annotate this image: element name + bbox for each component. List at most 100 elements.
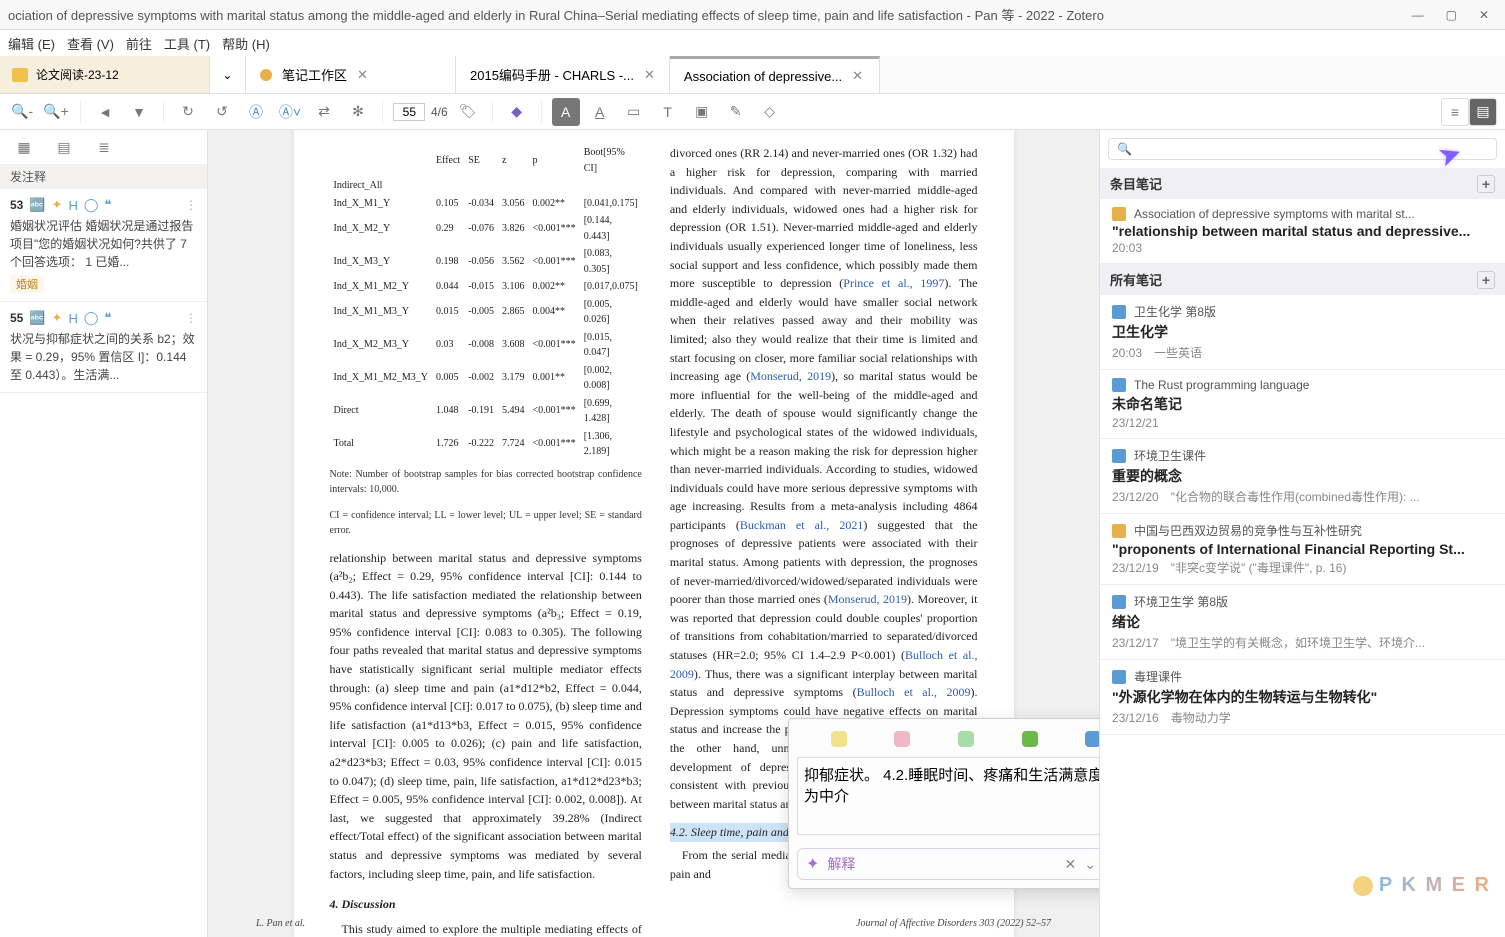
nav-back-button[interactable]: ◄ (91, 98, 119, 126)
footer-author: L. Pan et al. (256, 916, 305, 932)
color-picker (797, 727, 1099, 757)
zoom-in-button[interactable]: 🔍+ (42, 98, 70, 126)
note-item[interactable]: 环境卫生学 第8版绪论23/12/17 "境卫生学的有关概念，如环境卫生学、环境… (1100, 585, 1505, 660)
image-tool[interactable]: ▣ (688, 98, 716, 126)
minimize-button[interactable]: — (1412, 8, 1424, 22)
outline-icon[interactable]: ▤ (50, 133, 78, 161)
note-tool[interactable]: ▭ (620, 98, 648, 126)
right-pane: ➤ 🔍 条目笔记 + Association of depressive sym… (1099, 130, 1505, 937)
add-note-button[interactable]: + (1477, 271, 1495, 289)
body-text: relationship between marital status and … (330, 549, 642, 884)
doc-tab-1[interactable]: 2015编码手册 - CHARLS -... ✕ (456, 56, 670, 93)
highlight-tool[interactable]: A (552, 98, 580, 126)
gem-icon[interactable]: ◆ (503, 98, 531, 126)
close-icon[interactable]: ✕ (852, 68, 863, 84)
underline-tool[interactable]: A (586, 98, 614, 126)
color-swatch[interactable] (831, 731, 847, 747)
collection-tab[interactable]: 论文阅读-23-12 (0, 56, 210, 93)
note-item[interactable]: The Rust programming language未命名笔记23/12/… (1100, 370, 1505, 439)
main: ▦ ▤ ≣ 发注释 53🔤✦H◯❝⋮婚姻状况评估 婚姻状况是通过报告项目"您的婚… (0, 130, 1505, 937)
window-buttons: — ▢ ✕ (1412, 8, 1497, 22)
collection-tab-label: 论文阅读-23-12 (36, 66, 119, 83)
body-text: divorced ones (RR 2.14) and never-marrie… (670, 144, 978, 813)
citation-link[interactable]: Monserud, 2019 (750, 369, 831, 383)
annotation-item[interactable]: 55🔤✦H◯❝⋮状况与抑郁症状之间的关系 b2；效果 = 0.29，95% 置信… (0, 302, 207, 393)
zoom-out-button[interactable]: 🔍- (8, 98, 36, 126)
table-note: Note: Number of bootstrap samples for bi… (330, 467, 642, 498)
ai-icon[interactable]: ✻ (344, 98, 372, 126)
window-title: ociation of depressive symptoms with mar… (8, 5, 1412, 24)
section-heading: 4. Discussion (330, 895, 642, 914)
pen-tool[interactable]: ✎ (722, 98, 750, 126)
rotate-button[interactable]: ↻ (174, 98, 202, 126)
doc-tab-2[interactable]: Association of depressive... ✕ (670, 56, 880, 93)
thumbnails-icon[interactable]: ▦ (10, 133, 38, 161)
watermark-text: P K M E R (1379, 874, 1491, 897)
watermark: P K M E R (1353, 874, 1491, 897)
color-swatch[interactable] (958, 731, 974, 747)
table-note-2: CI = confidence interval; LL = lower lev… (330, 508, 642, 539)
language-alt-icon[interactable]: Ⓐ˅ (276, 98, 304, 126)
panel-list-button[interactable]: ≡ (1441, 98, 1469, 126)
tag-icon[interactable]: 🏷 (454, 98, 482, 126)
ai-input-row: ✦ ✕ ⌄ ↑ (797, 848, 1099, 880)
swap-icon[interactable]: ⇄ (310, 98, 338, 126)
citation-link[interactable]: Bulloch et al., 2009 (857, 685, 971, 699)
annotation-popup: ✦ ✕ ⌄ ↑ (788, 718, 1099, 889)
rotate-button-2[interactable]: ↺ (208, 98, 236, 126)
menu-help[interactable]: 帮助 (H) (222, 34, 270, 53)
tab-label: Association of depressive... (684, 69, 842, 84)
note-item[interactable]: Association of depressive symptoms with … (1100, 199, 1505, 264)
text-tool[interactable]: T (654, 98, 682, 126)
annotation-item[interactable]: 53🔤✦H◯❝⋮婚姻状况评估 婚姻状况是通过报告项目"您的婚姻状况如何?共供了 … (0, 189, 207, 302)
color-swatch[interactable] (1085, 731, 1099, 747)
tabbar: 论文阅读-23-12 ⌄ 笔记工作区 ✕ 2015编码手册 - CHARLS -… (0, 56, 1505, 94)
eraser-tool[interactable]: ◇ (756, 98, 784, 126)
add-note-button[interactable]: + (1477, 175, 1495, 193)
menu-edit[interactable]: 编辑 (E) (8, 34, 55, 53)
color-swatch[interactable] (894, 731, 910, 747)
note-item[interactable]: 毒理课件"外源化学物在体内的生物转运与生物转化"23/12/16 毒物动力学 (1100, 660, 1505, 735)
page-number-input[interactable]: 55 (393, 103, 425, 121)
footer-journal: Journal of Affective Disorders 303 (2022… (856, 916, 1051, 932)
citation-link[interactable]: Prince et al., 1997 (843, 276, 944, 290)
maximize-button[interactable]: ▢ (1446, 8, 1457, 22)
filter-label: 发注释 (0, 164, 207, 189)
titlebar: ociation of depressive symptoms with mar… (0, 0, 1505, 30)
panel-notes-button[interactable]: ▤ (1469, 98, 1497, 126)
ai-prompt-input[interactable] (827, 856, 1056, 872)
language-icon[interactable]: Ⓐ (242, 98, 270, 126)
citation-link[interactable]: Monserud, 2019 (828, 592, 907, 606)
collection-dropdown[interactable]: ⌄ (210, 56, 246, 93)
close-icon[interactable]: ✕ (357, 67, 368, 83)
annotations-icon[interactable]: ≣ (90, 133, 118, 161)
menu-view[interactable]: 查看 (V) (67, 34, 114, 53)
note-item[interactable]: 卫生化学 第8版卫生化学20:03 一些英语 (1100, 295, 1505, 370)
left-pane: ▦ ▤ ≣ 发注释 53🔤✦H◯❝⋮婚姻状况评估 婚姻状况是通过报告项目"您的婚… (0, 130, 208, 937)
tab-label: 2015编码手册 - CHARLS -... (470, 65, 634, 84)
spark-icon: ✦ (806, 854, 819, 874)
close-icon[interactable]: ✕ (644, 67, 655, 83)
note-icon (260, 69, 272, 81)
page-total: 4/6 (431, 105, 448, 119)
section-header-all-notes: 所有笔记 + (1100, 264, 1505, 295)
stats-table: EffectSEzpBoot[95% CI]Indirect_AllInd_X_… (330, 144, 642, 461)
menu-go[interactable]: 前往 (126, 34, 152, 53)
menu-tools[interactable]: 工具 (T) (164, 34, 210, 53)
pdf-viewer[interactable]: EffectSEzpBoot[95% CI]Indirect_AllInd_X_… (208, 130, 1099, 937)
nav-next-button[interactable]: ▼ (125, 98, 153, 126)
doc-tab-0[interactable]: 笔记工作区 ✕ (246, 56, 456, 93)
note-item[interactable]: 环境卫生课件重要的概念23/12/20 "化合物的联合毒性作用(combined… (1100, 439, 1505, 514)
annotation-text-input[interactable] (797, 757, 1099, 835)
note-item[interactable]: 中国与巴西双边贸易的竞争性与互补性研究"proponents of Intern… (1100, 514, 1505, 585)
watermark-logo-icon (1353, 876, 1373, 896)
tab-label: 笔记工作区 (282, 65, 347, 84)
menubar: 编辑 (E) 查看 (V) 前往 工具 (T) 帮助 (H) (0, 30, 1505, 56)
color-swatch[interactable] (1022, 731, 1038, 747)
close-button[interactable]: ✕ (1479, 8, 1489, 22)
citation-link[interactable]: Buckman et al., 2021 (740, 518, 863, 532)
chevron-down-icon[interactable]: ⌄ (1084, 856, 1096, 873)
folder-icon (12, 68, 28, 82)
toolbar: 🔍- 🔍+ ◄ ▼ ↻ ↺ Ⓐ Ⓐ˅ ⇄ ✻ 55 4/6 🏷 ◆ A A ▭ … (0, 94, 1505, 130)
clear-icon[interactable]: ✕ (1065, 856, 1077, 873)
